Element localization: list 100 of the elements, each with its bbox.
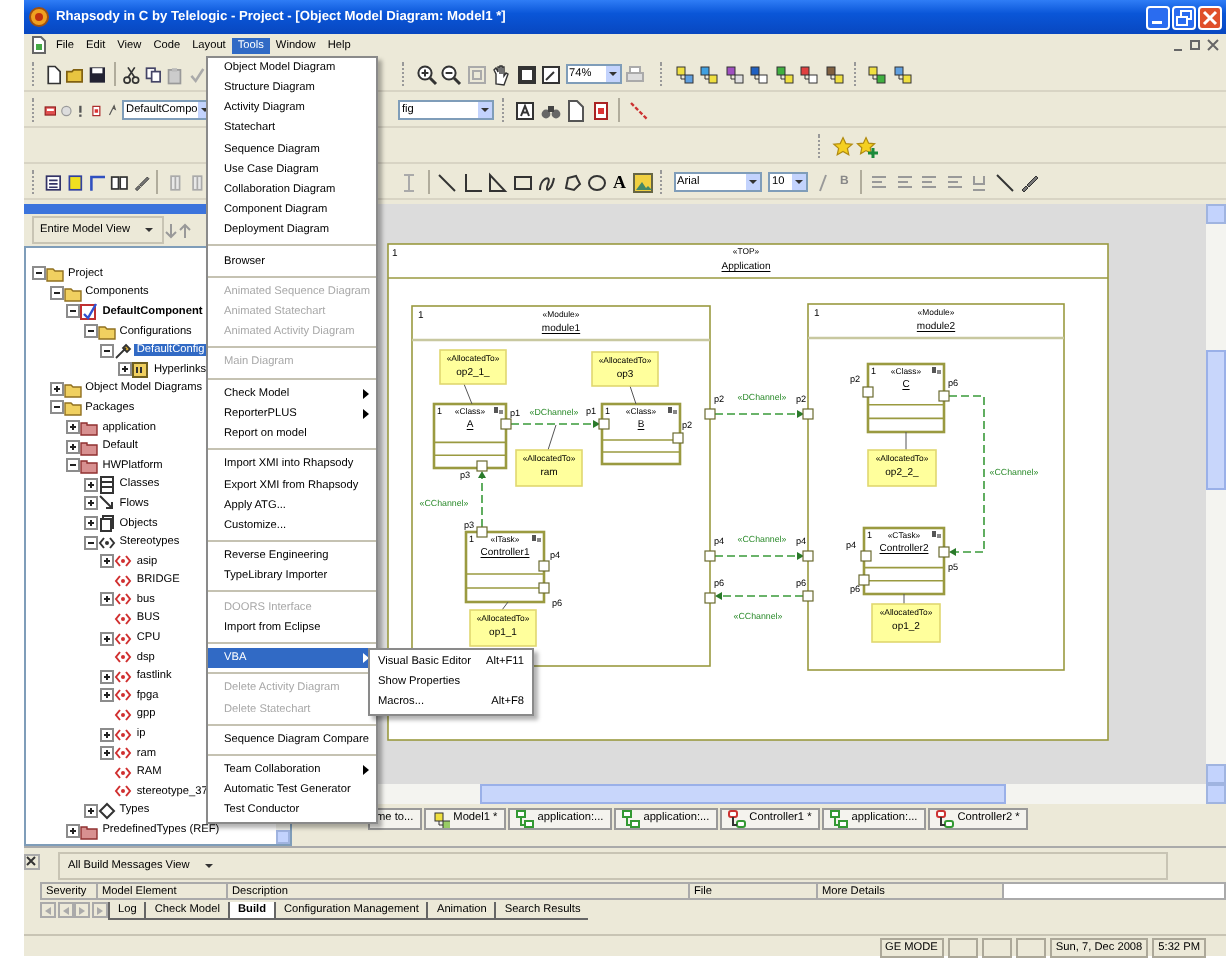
expand-toggle-icon[interactable] [83, 535, 98, 550]
expand-toggle-icon[interactable] [66, 823, 81, 838]
status-pane [947, 937, 978, 957]
close-icon[interactable] [1206, 38, 1220, 52]
scrollbar-thumb[interactable] [1206, 350, 1226, 490]
stereotype-icon [114, 629, 133, 648]
columns-icon[interactable] [109, 171, 129, 193]
port [598, 418, 610, 430]
box-icon[interactable] [66, 171, 85, 193]
dashed-line-icon[interactable] [627, 99, 649, 121]
dropdown-caret-icon[interactable] [605, 66, 619, 82]
connector-arrow [714, 410, 804, 418]
class-icon [494, 407, 503, 414]
triangle-tool-icon[interactable] [486, 171, 508, 193]
diagram-tool-icon[interactable] [698, 63, 720, 85]
scrollbar-thumb[interactable] [480, 784, 1006, 804]
restore-button[interactable] [1172, 5, 1196, 29]
save-icon[interactable] [87, 63, 107, 85]
pin-icon[interactable] [106, 99, 120, 121]
flow-icon [97, 494, 116, 513]
expand-toggle-icon[interactable] [66, 304, 81, 319]
fill-icon[interactable] [1018, 171, 1041, 193]
zoom-in-icon[interactable] [415, 63, 437, 85]
diagram-tool-icon[interactable] [891, 63, 913, 85]
copy-icon[interactable] [143, 63, 163, 85]
brush-icon[interactable] [131, 171, 150, 193]
polyline-tool-icon[interactable] [461, 171, 483, 193]
rectangle-tool-icon[interactable] [511, 171, 533, 193]
minimize-button[interactable] [1146, 5, 1170, 29]
expand-toggle-icon[interactable] [100, 554, 115, 569]
expand-toggle-icon[interactable] [49, 400, 64, 415]
leader-line [905, 431, 907, 451]
cut-icon[interactable] [122, 63, 141, 85]
diagram-tool-icon[interactable] [673, 63, 695, 85]
dropdown-caret-icon[interactable] [745, 174, 759, 190]
expand-toggle-icon[interactable] [100, 688, 115, 703]
list-icon[interactable] [44, 171, 64, 193]
expand-toggle-icon[interactable] [100, 592, 115, 607]
diagram-tool-icon[interactable] [773, 63, 795, 85]
diagram-tool-icon[interactable] [723, 63, 745, 85]
document-icon[interactable] [564, 99, 586, 121]
expand-toggle-icon[interactable] [49, 285, 64, 300]
object-diagram-icon [829, 809, 848, 827]
expand-toggle-icon[interactable] [83, 516, 98, 531]
expand-toggle-icon[interactable] [117, 362, 132, 377]
expand-toggle-icon[interactable] [83, 324, 98, 339]
zoom-box-icon[interactable] [540, 63, 562, 85]
expand-toggle-icon[interactable] [100, 343, 115, 358]
new-file-icon[interactable] [44, 63, 64, 85]
expand-toggle-icon[interactable] [83, 496, 98, 511]
expand-toggle-icon[interactable] [100, 669, 115, 684]
alert-document-icon[interactable] [589, 99, 611, 121]
dropdown-caret-icon[interactable] [141, 222, 156, 238]
open-folder-icon[interactable] [66, 63, 85, 85]
diagram-tool-icon[interactable] [798, 63, 820, 85]
hyperlink-icon [131, 360, 150, 379]
leader-line [903, 593, 905, 605]
line-style-icon[interactable] [993, 171, 1016, 193]
expand-toggle-icon[interactable] [66, 439, 81, 454]
expand-toggle-icon[interactable] [66, 420, 81, 435]
image-tool-icon[interactable] [631, 171, 653, 193]
expand-toggle-icon[interactable] [100, 727, 115, 742]
port [862, 386, 874, 398]
add-star-icon[interactable] [856, 135, 878, 157]
port [704, 550, 716, 562]
polygon-tool-icon[interactable] [561, 171, 583, 193]
stereotype-icon [114, 571, 133, 590]
text-tool[interactable]: A [611, 173, 628, 191]
diagram-tool-icon[interactable] [866, 63, 888, 85]
note-box [439, 349, 507, 385]
close-button[interactable] [23, 853, 40, 869]
expand-toggle-icon[interactable] [32, 266, 46, 281]
stereotype-icon [114, 552, 133, 571]
text-box-icon[interactable] [514, 99, 536, 121]
expand-toggle-icon[interactable] [49, 381, 64, 396]
port [704, 592, 716, 604]
stereotype-icon [114, 686, 133, 705]
ellipse-tool-icon[interactable] [586, 171, 608, 193]
star-icon[interactable] [831, 135, 853, 157]
expand-toggle-icon[interactable] [83, 477, 98, 492]
connector-arrow [478, 471, 486, 528]
expand-toggle-icon[interactable] [83, 803, 98, 818]
check-icon[interactable] [187, 63, 206, 85]
statechart-icon [935, 809, 954, 827]
fit-window-icon[interactable] [515, 63, 537, 85]
curve-tool-icon[interactable] [536, 171, 558, 193]
expand-toggle-icon[interactable] [100, 631, 115, 646]
dropdown-caret-icon[interactable] [792, 174, 806, 190]
zoom-out-icon[interactable] [440, 63, 462, 85]
diagram-tool-icon[interactable] [823, 63, 845, 85]
port [704, 408, 716, 420]
diagram-tool-icon[interactable] [748, 63, 770, 85]
expand-toggle-icon[interactable] [100, 746, 115, 761]
stereotype-icon [114, 744, 133, 763]
hand-icon[interactable] [490, 63, 512, 85]
dropdown-caret-icon[interactable] [478, 102, 492, 118]
corner-icon[interactable] [87, 171, 107, 193]
line-tool-icon[interactable] [436, 171, 458, 193]
expand-toggle-icon[interactable] [66, 458, 81, 473]
class-box [464, 530, 546, 604]
